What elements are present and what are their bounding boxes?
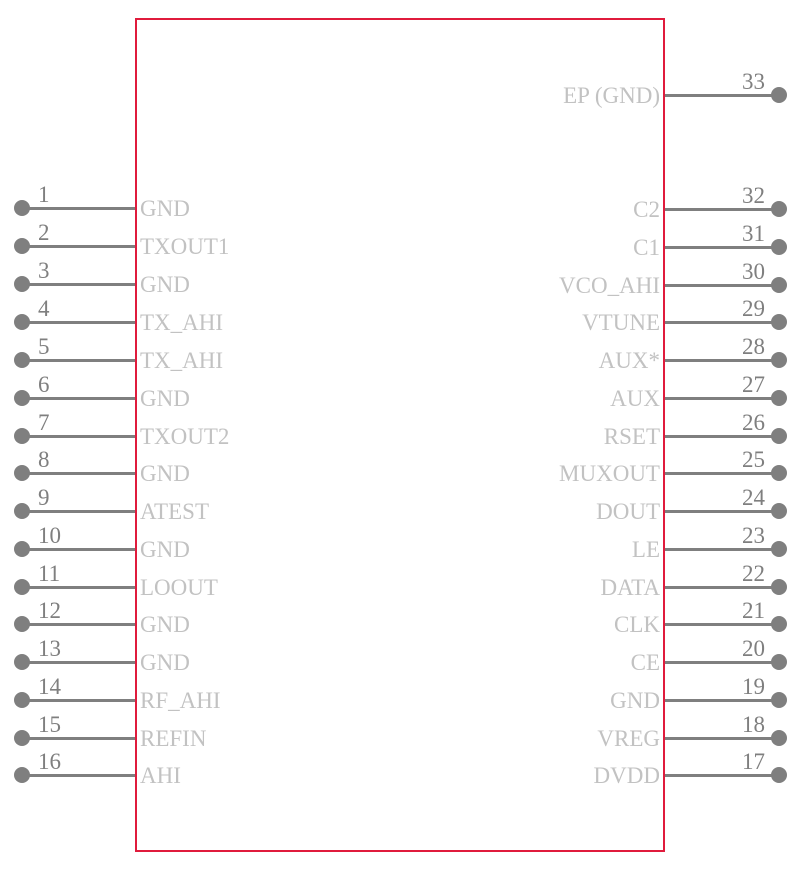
- pin-label: VCO_AHI: [559, 273, 660, 298]
- pin-label: C1: [633, 235, 660, 260]
- pin-label: LE: [631, 537, 660, 562]
- pin-lead-line: [665, 321, 779, 324]
- schematic-symbol-canvas: 1 GND 2 TXOUT1 3 GND 4 TX_AHI 5 TX_AHI 6 GND 7 TXOUT2…: [0, 0, 800, 873]
- pin-label: GND: [610, 688, 660, 713]
- pin-label: VTUNE: [582, 310, 660, 335]
- pin-lead-line: [665, 699, 779, 702]
- pin-lead-line: [665, 208, 779, 211]
- pin-label: DOUT: [596, 499, 660, 524]
- pin-label: CE: [630, 650, 660, 675]
- pin-lead-line: [665, 359, 779, 362]
- pin-label: CLK: [614, 612, 660, 637]
- pin-lead-line: [665, 548, 779, 551]
- pin-lead-line: [665, 623, 779, 626]
- pin-lead-line: [665, 94, 779, 97]
- pin-lead-line: [665, 510, 779, 513]
- pin-label: AUX: [610, 386, 660, 411]
- pin-lead-line: [665, 435, 779, 438]
- pin-lead-line: [665, 397, 779, 400]
- pin-lead-line: [665, 472, 779, 475]
- pin-label: AUX*: [598, 348, 660, 373]
- pin-label: DVDD: [593, 763, 660, 788]
- pin-label: RSET: [603, 424, 660, 449]
- pin-label: C2: [633, 197, 660, 222]
- pin-label: EP (GND): [563, 83, 660, 108]
- pin-label: VREG: [597, 726, 660, 751]
- pin-lead-line: [665, 246, 779, 249]
- pin-label: DATA: [600, 575, 661, 600]
- pin-lead-line: [665, 774, 779, 777]
- pin-lead-line: [665, 737, 779, 740]
- pin-lead-line: [665, 284, 779, 287]
- pin-label: MUXOUT: [559, 461, 660, 486]
- pin-lead-line: [665, 586, 779, 589]
- pin-lead-line: [665, 661, 779, 664]
